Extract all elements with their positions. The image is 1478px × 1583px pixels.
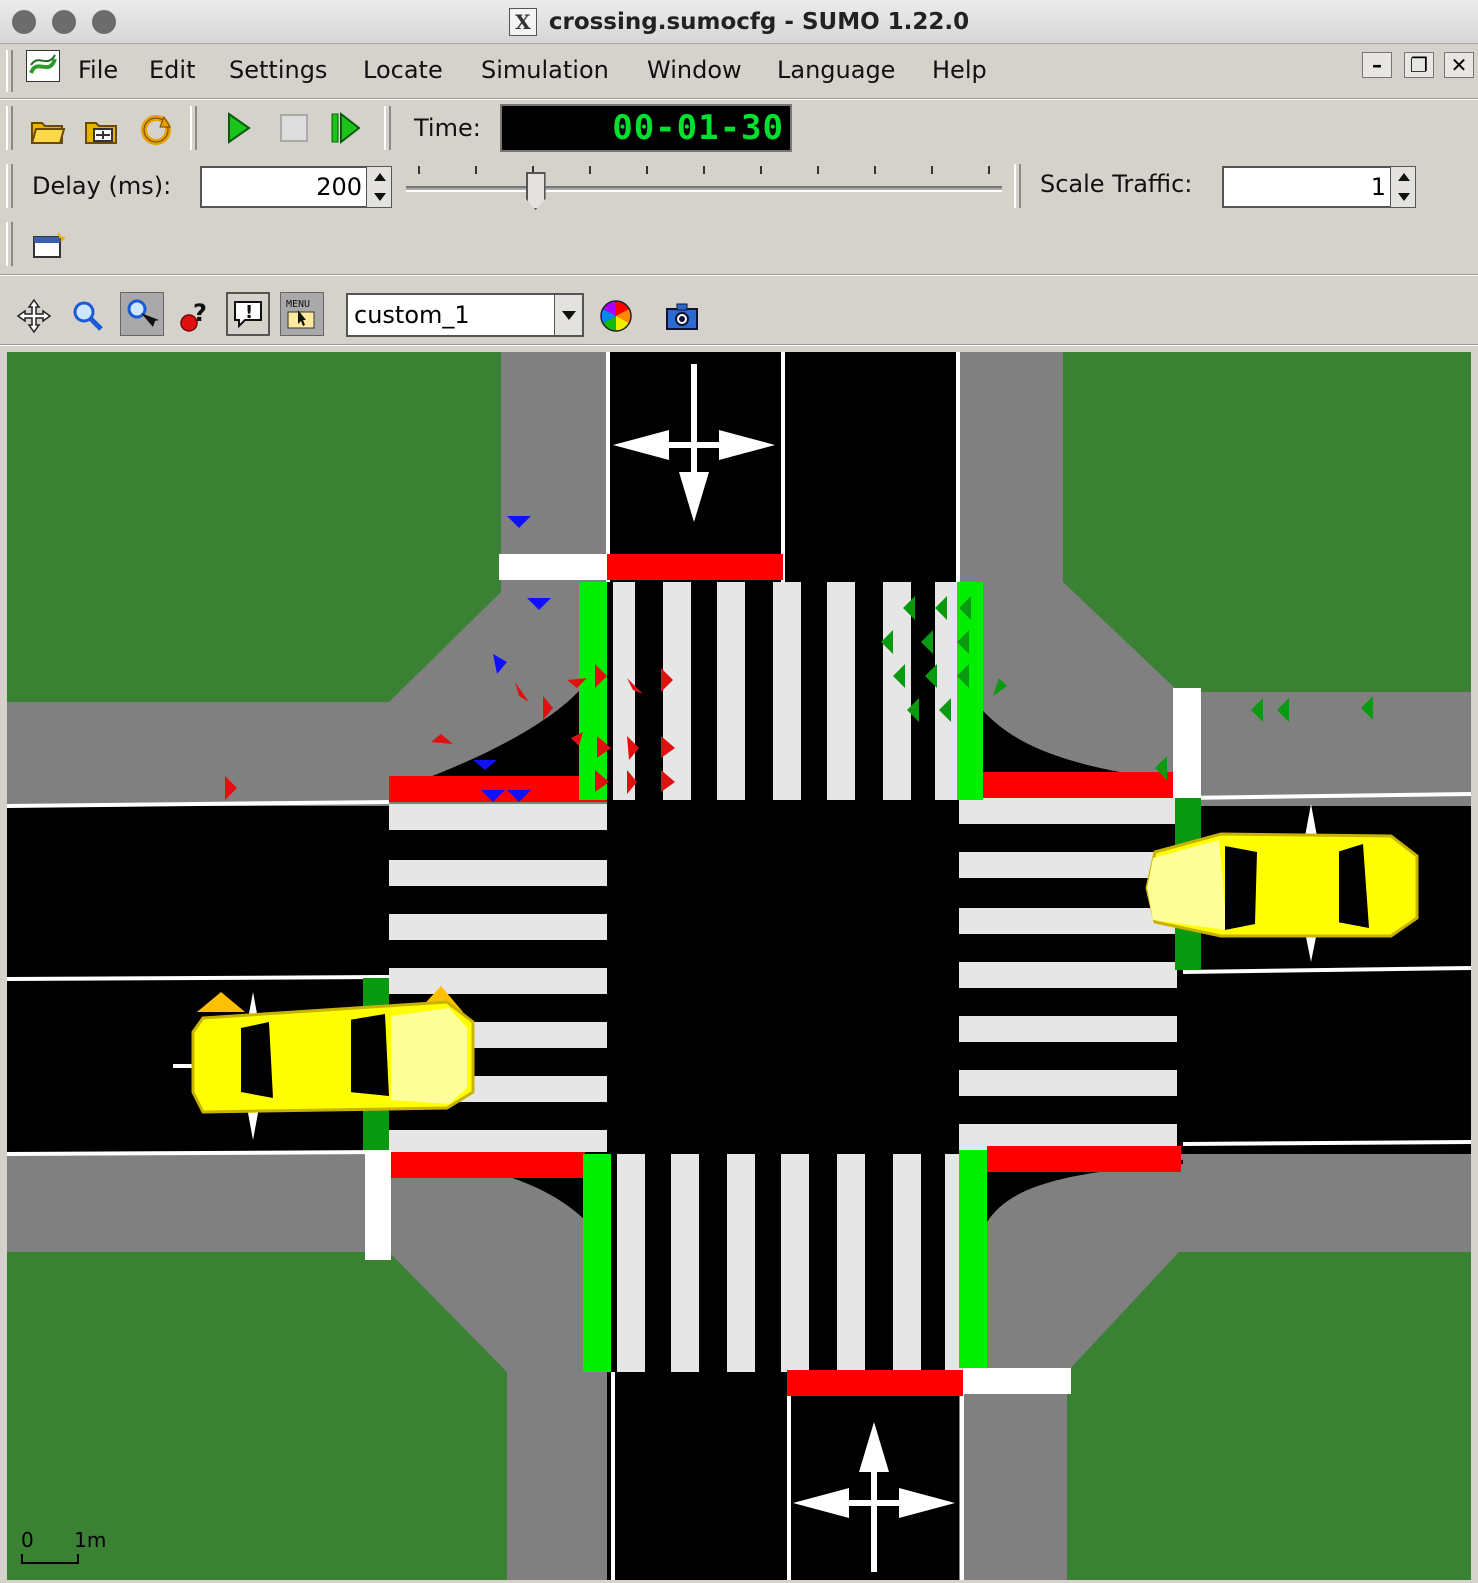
delay-label: Delay (ms): <box>32 172 172 200</box>
slider-tick <box>988 166 990 174</box>
window-titlebar: X crossing.sumocfg - SUMO 1.22.0 <box>0 0 1478 44</box>
svg-text:?: ? <box>193 299 207 327</box>
network-view-canvas[interactable]: 0 1m <box>7 352 1471 1580</box>
menu-simulation[interactable]: Simulation <box>481 56 609 84</box>
chevron-down-icon[interactable] <box>554 295 582 335</box>
color-wheel-icon[interactable] <box>594 294 638 338</box>
locate-icon[interactable] <box>120 292 164 336</box>
mdi-restore-button[interactable]: ❐ <box>1404 52 1434 78</box>
menu-edit[interactable]: Edit <box>149 56 195 84</box>
delay-slider-track[interactable] <box>406 186 1002 192</box>
menubar-grip[interactable] <box>6 50 13 92</box>
toolbar-grip[interactable] <box>384 106 391 150</box>
slider-tick <box>931 166 933 174</box>
reload-icon[interactable] <box>134 108 178 152</box>
new-view-icon[interactable] <box>26 224 70 268</box>
messages-icon[interactable]: ! <box>226 292 270 336</box>
play-icon[interactable] <box>216 106 260 150</box>
menu-settings[interactable]: Settings <box>229 56 327 84</box>
separator <box>0 344 1478 346</box>
menu-help[interactable]: Help <box>932 56 987 84</box>
scale-zero-label: 0 <box>21 1528 34 1552</box>
slider-tick <box>703 166 705 174</box>
toolbar-grip[interactable] <box>6 222 13 266</box>
scale-bar <box>21 1554 79 1564</box>
toolbar-grip[interactable] <box>6 164 13 208</box>
separator <box>0 274 1478 276</box>
sumo-app-icon <box>26 50 60 82</box>
scale-one-label: 1m <box>74 1528 107 1552</box>
delay-spinner-arrows[interactable] <box>366 166 392 208</box>
toolbar-grip[interactable] <box>1014 164 1021 208</box>
open-network-icon[interactable] <box>80 108 124 152</box>
toolbar-grip[interactable] <box>6 106 13 150</box>
menu-icon[interactable]: MENU <box>280 292 324 336</box>
slider-tick <box>418 166 420 174</box>
time-label: Time: <box>414 114 481 142</box>
slider-tick <box>817 166 819 174</box>
menu-language[interactable]: Language <box>777 56 895 84</box>
mdi-minimize-button[interactable]: – <box>1362 52 1392 78</box>
delay-spinner-input[interactable]: 200 <box>200 166 366 208</box>
slider-tick <box>475 166 477 174</box>
toolbar-grip[interactable] <box>190 106 197 150</box>
x11-app-icon: X <box>508 8 537 36</box>
slider-tick <box>646 166 648 174</box>
mdi-close-button[interactable]: ✕ <box>1444 52 1474 78</box>
menu-file[interactable]: File <box>78 56 118 84</box>
open-file-icon[interactable] <box>26 108 70 152</box>
signal-west-crosswalk <box>389 776 607 802</box>
separator <box>0 98 1478 100</box>
step-icon[interactable] <box>324 106 368 150</box>
scale-legend: 0 1m <box>21 1528 106 1564</box>
slider-tick <box>874 166 876 174</box>
screenshot-camera-icon[interactable] <box>660 294 704 338</box>
menu-locate[interactable]: Locate <box>363 56 443 84</box>
scale-traffic-spinner-arrows[interactable] <box>1390 166 1416 208</box>
slider-tick <box>760 166 762 174</box>
delay-slider-thumb[interactable] <box>525 172 546 210</box>
recenter-view-icon[interactable] <box>12 294 56 338</box>
menu-window[interactable]: Window <box>647 56 742 84</box>
stop-icon[interactable] <box>272 106 316 150</box>
window-title: crossing.sumocfg - SUMO 1.22.0 <box>548 9 970 35</box>
zoom-icon[interactable] <box>66 294 110 338</box>
scale-traffic-label: Scale Traffic: <box>1040 170 1193 198</box>
help-query-icon[interactable]: ? <box>172 294 216 338</box>
color-scheme-select[interactable]: custom_1 <box>346 293 584 337</box>
scale-traffic-input[interactable]: 1 <box>1222 166 1390 208</box>
slider-tick <box>589 166 591 174</box>
intersection-map <box>7 352 1471 1580</box>
signal-north <box>607 554 783 580</box>
time-display: 00-01-30 <box>500 104 792 152</box>
svg-text:MENU: MENU <box>286 299 310 310</box>
svg-text:!: ! <box>245 302 253 323</box>
